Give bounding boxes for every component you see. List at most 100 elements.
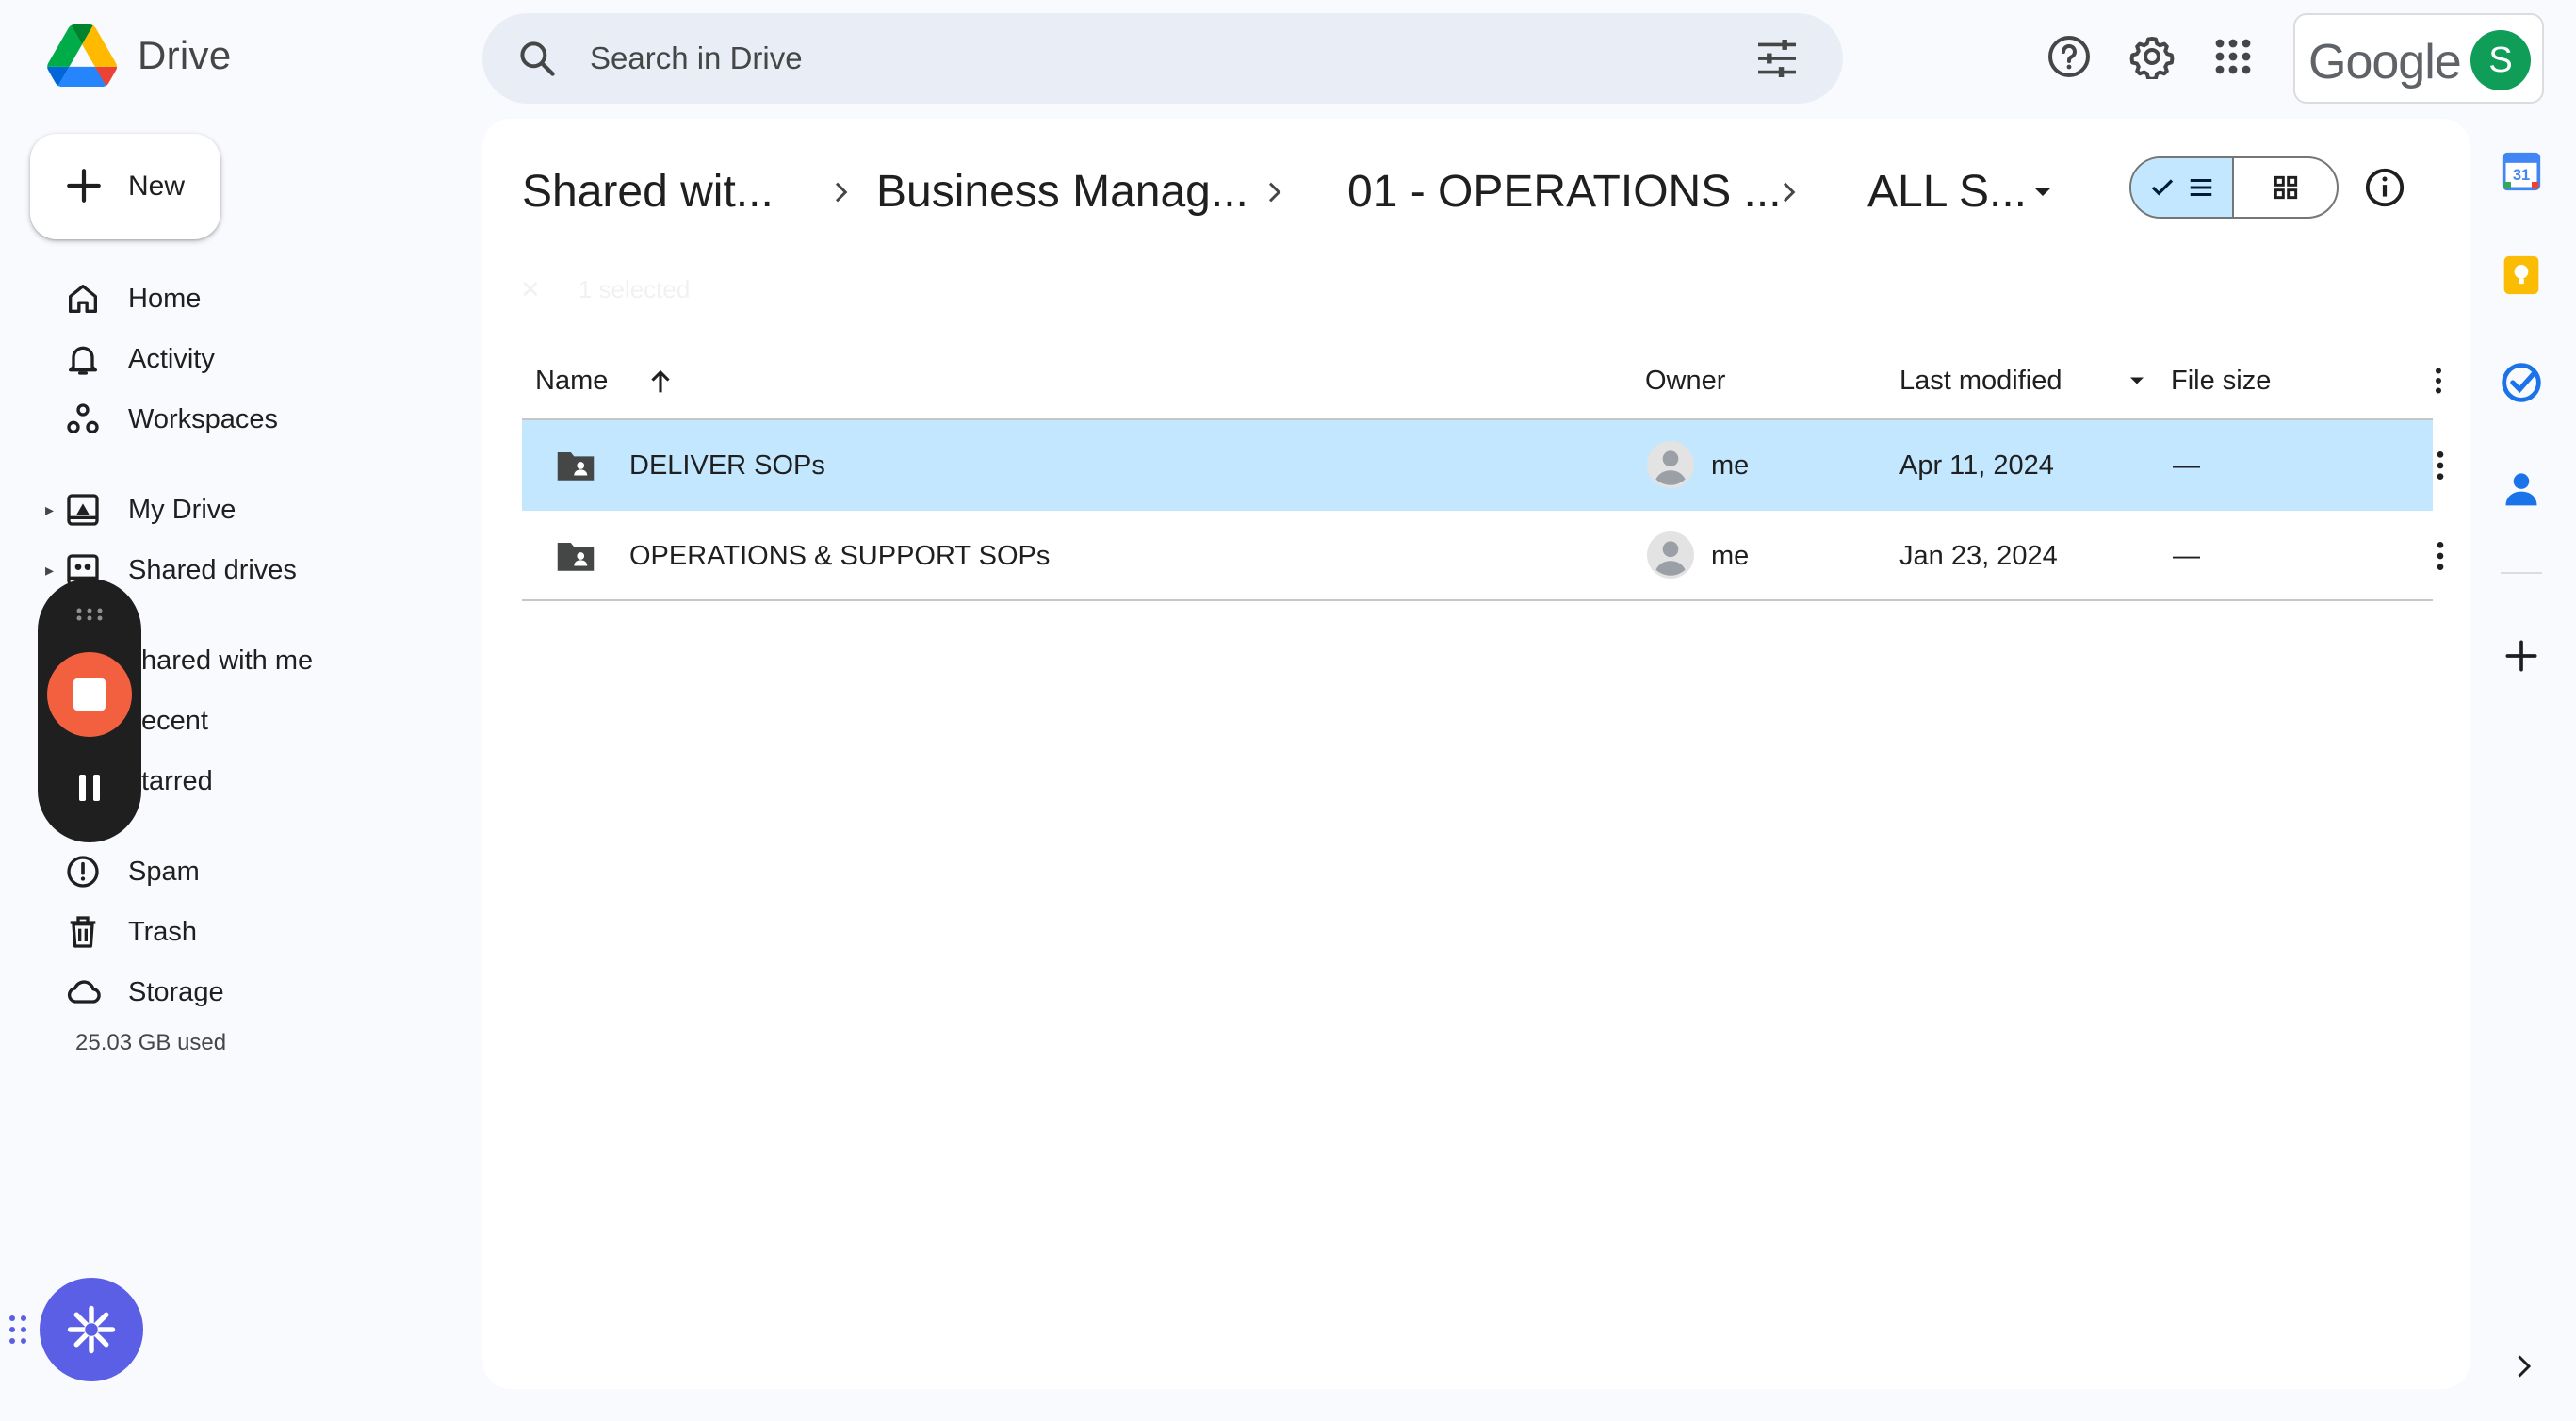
plus-icon xyxy=(67,169,101,203)
owner-name: me xyxy=(1711,449,1750,481)
stop-recording-button[interactable] xyxy=(47,652,132,737)
pause-icon[interactable] xyxy=(77,773,102,803)
my-drive-icon xyxy=(67,494,99,526)
sparkle-icon xyxy=(67,1305,116,1354)
home-icon xyxy=(69,285,98,313)
search-bar[interactable]: Search in Drive xyxy=(482,13,1843,104)
sort-arrow-up-icon[interactable] xyxy=(644,366,677,398)
column-modified-header[interactable]: Last modified xyxy=(1899,352,2062,409)
sidebar-item-my-drive[interactable]: ▸ My Drive xyxy=(0,482,471,537)
sidebar-item-spam[interactable]: Spam xyxy=(0,844,471,899)
sidebar-item-storage[interactable]: Storage xyxy=(0,965,471,1020)
list-view-button[interactable] xyxy=(2131,158,2234,217)
sidebar-item-activity[interactable]: Activity xyxy=(0,332,471,386)
file-size: — xyxy=(2173,449,2200,481)
tasks-icon[interactable] xyxy=(2501,362,2542,403)
sidebar-item-home[interactable]: Home xyxy=(0,271,471,326)
account-avatar[interactable]: S xyxy=(2470,30,2531,90)
account-switcher[interactable]: Google S xyxy=(2293,13,2544,104)
list-icon xyxy=(2190,179,2211,196)
sidebar-item-label: Home xyxy=(128,283,202,314)
drag-handle-icon[interactable] xyxy=(75,607,104,622)
help-icon[interactable] xyxy=(2046,34,2092,79)
sidebar-item-label: Spam xyxy=(128,856,200,887)
shared-folder-icon xyxy=(557,543,595,571)
table-row[interactable]: DELIVER SOPs me Apr 11, 2024 — xyxy=(522,420,2444,511)
new-button[interactable]: New xyxy=(30,134,220,239)
breadcrumb-current[interactable]: ALL S... xyxy=(1867,156,2027,228)
column-name-header[interactable]: Name xyxy=(535,352,608,409)
drive-logo-icon xyxy=(47,24,117,87)
grid-icon xyxy=(2274,175,2297,200)
breadcrumb-item[interactable]: Business Manag... xyxy=(876,156,1248,228)
view-toggle[interactable] xyxy=(2129,156,2339,219)
caret-down-icon[interactable] xyxy=(2124,368,2150,394)
keep-icon[interactable] xyxy=(2501,254,2542,296)
selection-toolbar: ✕ 1 selected xyxy=(520,264,690,315)
contacts-icon[interactable] xyxy=(2501,467,2542,509)
search-icon[interactable] xyxy=(516,38,558,79)
close-icon: ✕ xyxy=(520,274,541,303)
owner-name: me xyxy=(1711,540,1750,571)
more-vert-icon[interactable] xyxy=(2421,364,2455,398)
stop-icon xyxy=(73,678,106,710)
sidebar-item-label: Storage xyxy=(128,976,224,1007)
table-header: Name Owner Last modified File size xyxy=(522,352,2441,420)
main-content: Shared wit... Business Manag... 01 - OPE… xyxy=(482,119,2470,1389)
chevron-right-icon xyxy=(1783,182,1796,203)
sidebar-item-label: ecent xyxy=(141,705,208,736)
add-addon-icon[interactable] xyxy=(2501,635,2542,677)
column-size-header[interactable]: File size xyxy=(2171,352,2271,409)
sidebar-item-label: Activity xyxy=(128,343,215,374)
cloud-icon xyxy=(67,980,101,1004)
sidebar-item-workspaces[interactable]: Workspaces xyxy=(0,392,471,447)
chevron-right-icon xyxy=(835,182,848,203)
drag-handle-icon[interactable] xyxy=(8,1314,28,1346)
owner-avatar-icon xyxy=(1647,531,1694,579)
column-owner-header[interactable]: Owner xyxy=(1645,352,1725,409)
sidebar-item-label: My Drive xyxy=(128,494,236,525)
chevron-right-icon xyxy=(1268,182,1281,203)
caret-down-icon[interactable] xyxy=(2028,177,2058,207)
chevron-right-icon[interactable] xyxy=(2506,1349,2540,1383)
file-name[interactable]: OPERATIONS & SUPPORT SOPs xyxy=(629,511,1050,601)
grid-view-button[interactable] xyxy=(2234,158,2337,217)
last-modified: Jan 23, 2024 xyxy=(1899,540,2058,571)
search-options-icon[interactable] xyxy=(1756,40,1798,77)
expand-caret-icon[interactable]: ▸ xyxy=(45,561,54,580)
assistant-button[interactable] xyxy=(40,1278,143,1381)
screen-recorder-widget[interactable] xyxy=(38,579,141,842)
breadcrumb-item[interactable]: 01 - OPERATIONS ... xyxy=(1347,156,1782,228)
more-vert-icon[interactable] xyxy=(2421,537,2459,575)
info-icon[interactable] xyxy=(2363,166,2406,209)
app-name: Drive xyxy=(138,33,232,77)
breadcrumb-item[interactable]: Shared wit... xyxy=(522,156,774,228)
sidebar-item-trash[interactable]: Trash xyxy=(0,905,471,959)
file-size: — xyxy=(2173,540,2200,571)
last-modified: Apr 11, 2024 xyxy=(1899,449,2054,481)
trash-icon xyxy=(70,916,96,948)
sidebar-item-label: hared with me xyxy=(141,645,314,676)
workspaces-icon xyxy=(67,403,99,433)
svg-text:31: 31 xyxy=(2513,167,2530,184)
breadcrumb: Shared wit... Business Manag... 01 - OPE… xyxy=(522,156,2105,228)
search-input[interactable]: Search in Drive xyxy=(590,41,803,76)
sidebar-item-label: Workspaces xyxy=(128,403,279,434)
table-row[interactable]: OPERATIONS & SUPPORT SOPs me Jan 23, 202… xyxy=(522,511,2444,601)
spam-icon xyxy=(67,856,99,888)
sidebar-item-label: Shared drives xyxy=(128,554,297,585)
calendar-icon[interactable]: 31 xyxy=(2501,151,2542,192)
rail-divider xyxy=(2501,572,2542,574)
check-icon xyxy=(2151,179,2173,196)
more-vert-icon[interactable] xyxy=(2421,447,2459,484)
apps-grid-icon[interactable] xyxy=(2210,34,2256,79)
sidebar-item-label: Trash xyxy=(128,916,198,947)
expand-caret-icon[interactable]: ▸ xyxy=(45,500,54,520)
file-table: Name Owner Last modified File size DELIV… xyxy=(522,352,2444,601)
google-wordmark: Google xyxy=(2308,35,2462,90)
drive-logo[interactable]: Drive xyxy=(47,24,232,87)
selection-count: 1 selected xyxy=(578,274,691,303)
settings-icon[interactable] xyxy=(2129,34,2175,79)
file-name[interactable]: DELIVER SOPs xyxy=(629,420,825,511)
sidebar-item-label: tarred xyxy=(141,765,213,796)
